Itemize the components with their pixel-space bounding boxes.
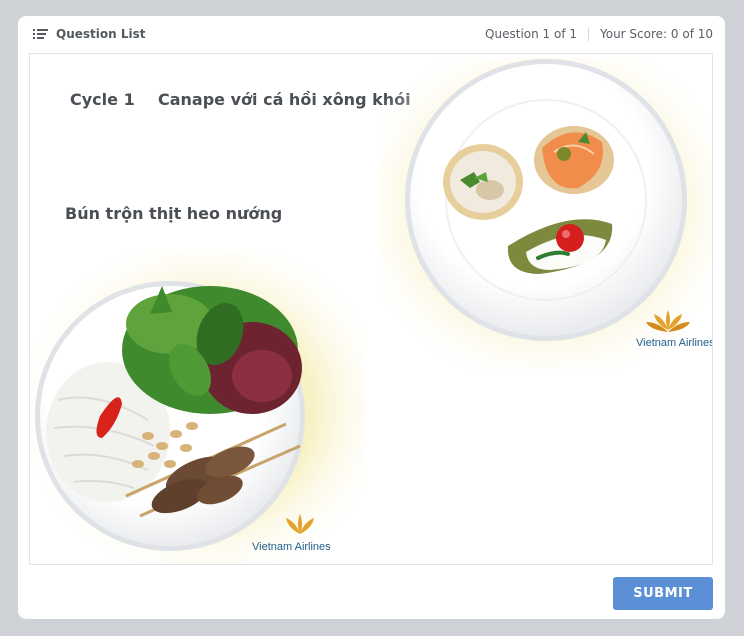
question-list-label: Question List xyxy=(56,27,146,41)
drag-item-canape[interactable]: Canape với cá hồi xông khói xyxy=(158,90,411,109)
question-list-button[interactable]: Question List xyxy=(33,27,145,41)
status-divider xyxy=(588,27,589,41)
submit-button[interactable]: SUBMIT xyxy=(613,577,713,610)
drag-item-bun-tron[interactable]: Bún trộn thịt heo nướng xyxy=(65,204,282,223)
cycle-label: Cycle 1 xyxy=(70,90,135,109)
score-display: Your Score: 0 of 10 xyxy=(600,27,713,41)
question-stage: Cycle 1 Canape với cá hồi xông khói Bún … xyxy=(29,53,713,565)
noodle-salad-plate-image[interactable]: Vietnam Airlines xyxy=(30,250,366,565)
question-counter: Question 1 of 1 xyxy=(485,27,577,41)
canape-brand-text: Vietnam Airlines xyxy=(636,337,713,349)
noodle-brand-text: Vietnam Airlines xyxy=(252,541,331,553)
list-icon xyxy=(33,29,48,39)
canape-plate-image[interactable]: Vietnam Airlines xyxy=(378,58,713,370)
quiz-status: Question 1 of 1 Your Score: 0 of 10 xyxy=(485,27,713,41)
quiz-card: Question List Question 1 of 1 Your Score… xyxy=(18,16,725,619)
quiz-toolbar: Question List Question 1 of 1 Your Score… xyxy=(18,16,725,52)
